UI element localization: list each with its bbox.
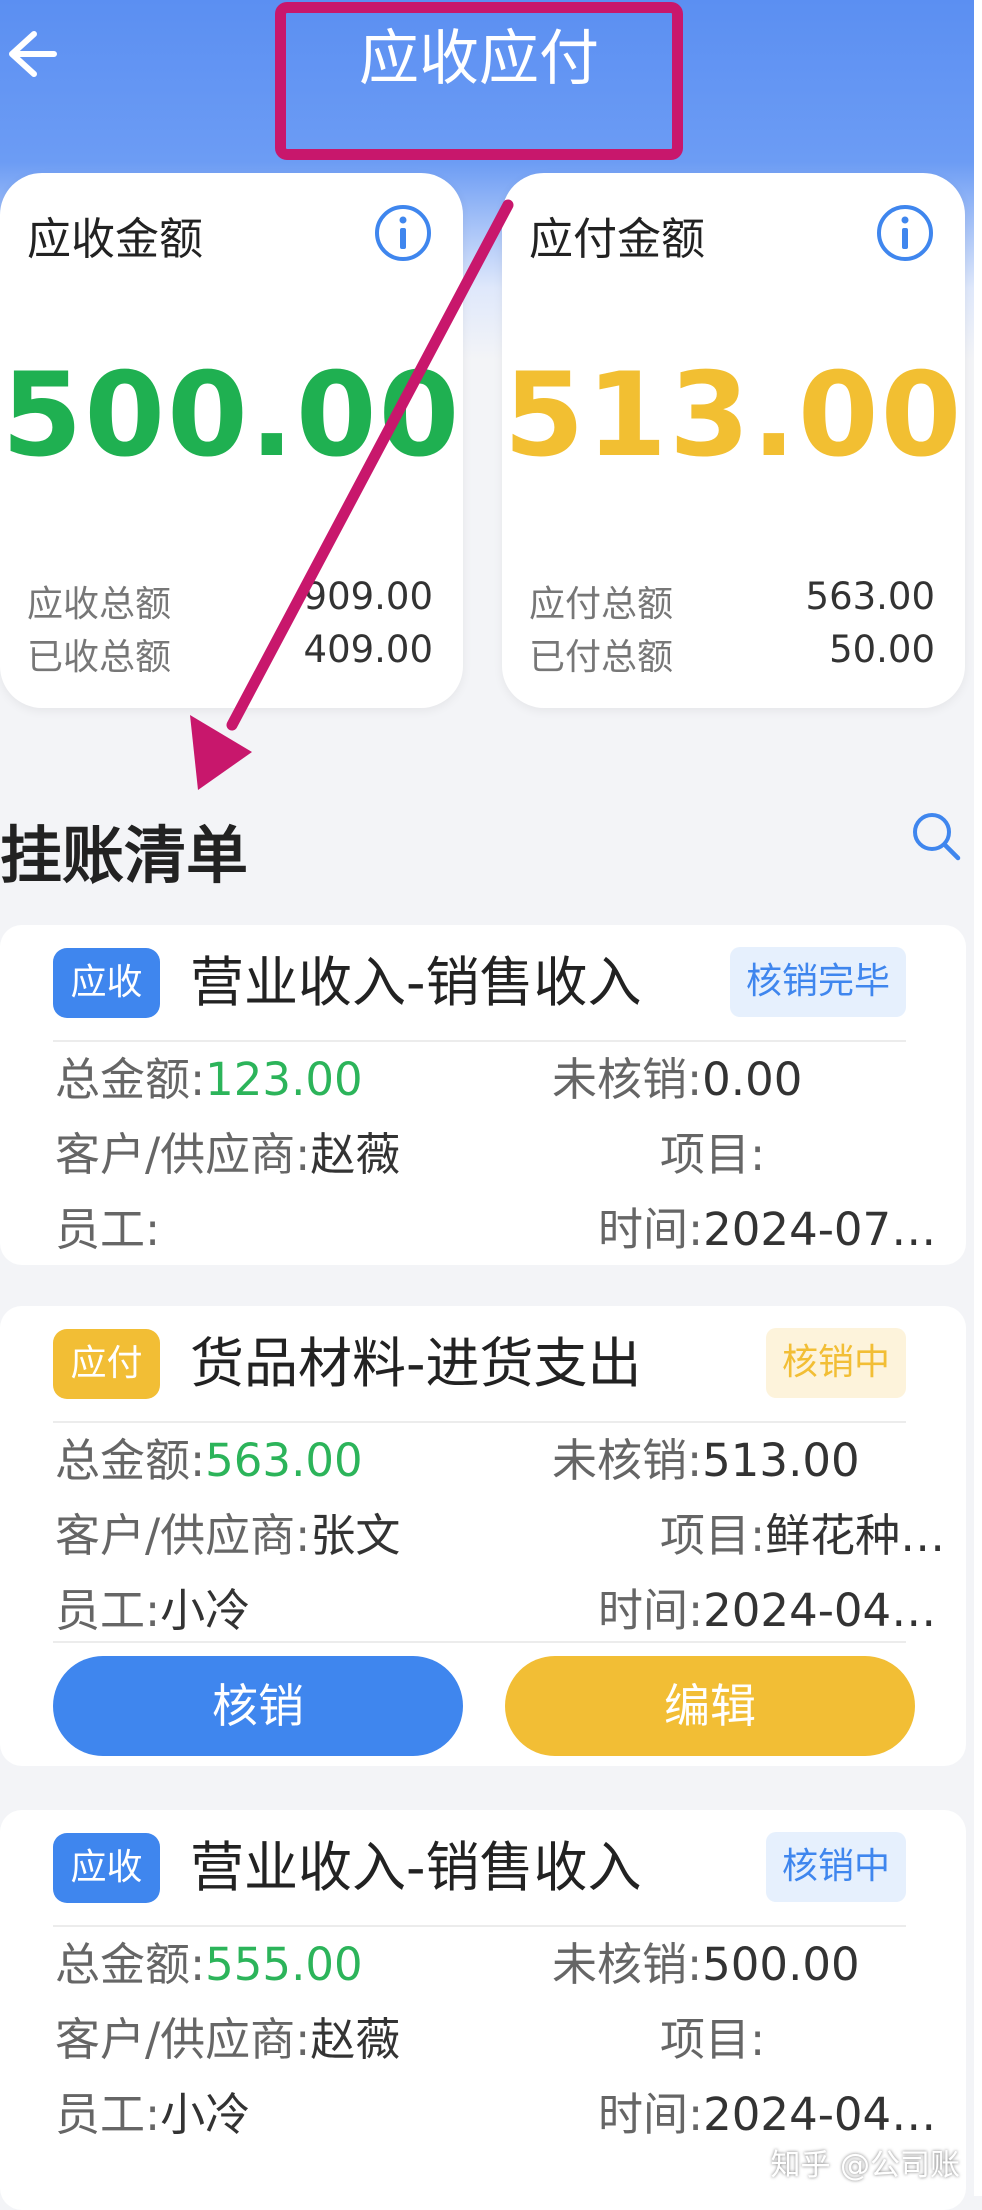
party-value: 赵薇 (310, 1128, 401, 1181)
edge-strip (974, 0, 982, 2196)
unsettled-value: 0.00 (702, 1053, 803, 1106)
staff-field: 员工:小冷 (55, 2085, 250, 2145)
watermark: 知乎 @公司账 (770, 2148, 960, 2183)
party-label: 客户/供应商: (55, 1509, 311, 1562)
unsettled-field: 未核销:500.00 (552, 1935, 860, 1995)
received-total-value: 409.00 (303, 628, 433, 671)
project-field: 项目:鲜花种… (660, 1506, 945, 1566)
payable-total-value: 563.00 (805, 575, 935, 618)
project-value: 鲜花种… (765, 1509, 946, 1562)
entry-title: 营业收入-销售收入 (190, 1836, 642, 1899)
party-value: 张文 (310, 1509, 401, 1562)
ledger-entry[interactable]: 应付 货品材料-进货支出 核销中 总金额:563.00 未核销:513.00 客… (0, 1306, 966, 1766)
receivable-amount: 500.00 (1, 348, 462, 483)
annotation-highlight-box (275, 2, 683, 160)
search-icon[interactable] (908, 808, 964, 864)
entry-title: 货品材料-进货支出 (190, 1332, 642, 1395)
total-amount-field: 总金额:563.00 (55, 1431, 363, 1491)
party-field: 客户/供应商:赵薇 (55, 2010, 400, 2070)
entry-type-tag: 应收 (53, 948, 160, 1018)
time-field: 时间:2024-07… (598, 1200, 936, 1260)
paid-total-row: 已付总额 50.00 (529, 628, 935, 680)
time-label: 时间: (598, 1203, 704, 1256)
unsettled-label: 未核销: (552, 1053, 703, 1106)
received-total-label: 已收总额 (27, 637, 172, 678)
party-field: 客户/供应商:赵薇 (55, 1125, 400, 1185)
payable-summary-card: 应付金额 513.00 应付总额 563.00 已付总额 50.00 (502, 173, 965, 708)
project-label: 项目: (660, 2013, 766, 2066)
paid-total-value: 50.00 (829, 628, 935, 671)
total-label: 总金额: (55, 1053, 206, 1106)
total-value: 123.00 (205, 1053, 363, 1106)
entry-type-tag: 应收 (53, 1833, 160, 1903)
paid-total-label: 已付总额 (529, 637, 674, 678)
receivable-title: 应收金额 (27, 214, 203, 265)
staff-field: 员工:小冷 (55, 1581, 250, 1641)
divider (53, 1421, 906, 1423)
time-value: 2024-04… (703, 2088, 937, 2141)
unsettled-field: 未核销:513.00 (552, 1431, 860, 1491)
unsettled-label: 未核销: (552, 1434, 703, 1487)
staff-field: 员工: (55, 1200, 160, 1260)
time-label: 时间: (598, 2088, 704, 2141)
project-label: 项目: (660, 1509, 766, 1562)
time-label: 时间: (598, 1584, 704, 1637)
entry-type-tag: 应付 (53, 1329, 160, 1399)
divider (53, 1040, 906, 1042)
project-field: 项目: (660, 2010, 765, 2070)
time-value: 2024-04… (703, 1584, 937, 1637)
time-field: 时间:2024-04… (598, 2085, 936, 2145)
settle-button[interactable]: 核销 (53, 1656, 463, 1756)
staff-label: 员工: (55, 1584, 161, 1637)
section-title: 挂账清单 (0, 819, 249, 892)
staff-label: 员工: (55, 2088, 161, 2141)
party-value: 赵薇 (310, 2013, 401, 2066)
unsettled-field: 未核销:0.00 (552, 1050, 802, 1110)
receivable-summary-card: 应收金额 500.00 应收总额 909.00 已收总额 409.00 (0, 173, 463, 708)
receivable-total-value: 909.00 (303, 575, 433, 618)
status-badge: 核销中 (765, 1328, 906, 1398)
edit-button[interactable]: 编辑 (505, 1656, 915, 1756)
info-icon[interactable] (875, 203, 935, 263)
unsettled-value: 500.00 (702, 1938, 860, 1991)
status-badge: 核销完毕 (729, 947, 906, 1017)
unsettled-label: 未核销: (552, 1938, 703, 1991)
payable-title: 应付金额 (529, 214, 705, 265)
party-field: 客户/供应商:张文 (55, 1506, 400, 1566)
back-arrow-icon[interactable] (0, 22, 64, 86)
payable-total-label: 应付总额 (529, 584, 674, 625)
payable-total-row: 应付总额 563.00 (529, 575, 935, 627)
project-field: 项目: (660, 1125, 765, 1185)
party-label: 客户/供应商: (55, 2013, 311, 2066)
divider (53, 1641, 906, 1643)
time-value: 2024-07… (703, 1203, 937, 1256)
payable-amount: 513.00 (503, 348, 964, 483)
project-label: 项目: (660, 1128, 766, 1181)
receivable-total-row: 应收总额 909.00 (27, 575, 433, 627)
receivable-total-label: 应收总额 (27, 584, 172, 625)
received-total-row: 已收总额 409.00 (27, 628, 433, 680)
staff-value: 小冷 (160, 1584, 251, 1637)
time-field: 时间:2024-04… (598, 1581, 936, 1641)
total-label: 总金额: (55, 1434, 206, 1487)
divider (53, 1925, 906, 1927)
ledger-entry[interactable]: 应收 营业收入-销售收入 核销完毕 总金额:123.00 未核销:0.00 客户… (0, 925, 966, 1265)
total-label: 总金额: (55, 1938, 206, 1991)
info-icon[interactable] (373, 203, 433, 263)
staff-value: 小冷 (160, 2088, 251, 2141)
total-value: 563.00 (205, 1434, 363, 1487)
total-amount-field: 总金额:123.00 (55, 1050, 363, 1110)
total-value: 555.00 (205, 1938, 363, 1991)
party-label: 客户/供应商: (55, 1128, 311, 1181)
staff-label: 员工: (55, 1203, 161, 1256)
status-badge: 核销中 (765, 1832, 906, 1902)
unsettled-value: 513.00 (702, 1434, 860, 1487)
entry-title: 营业收入-销售收入 (190, 951, 642, 1014)
total-amount-field: 总金额:555.00 (55, 1935, 363, 1995)
